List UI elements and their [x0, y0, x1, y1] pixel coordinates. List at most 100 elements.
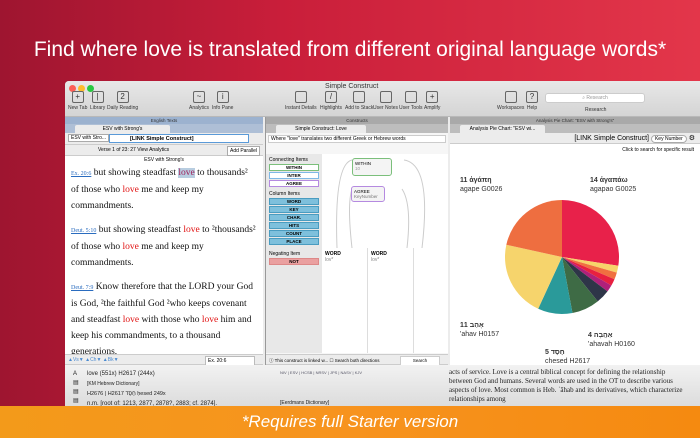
- research-search-input[interactable]: ⌕ Research: [545, 93, 645, 103]
- not-item[interactable]: NOT: [269, 258, 319, 265]
- highlights-button[interactable]: / Highlights: [320, 91, 342, 111]
- construct-items: Connecting Items WITHIN INTER AGREE Colu…: [266, 154, 322, 353]
- notes-icon: [379, 91, 392, 103]
- column-item-hits[interactable]: HITS: [269, 222, 319, 229]
- tab-pie-chart[interactable]: Analysis Pie Chart: "ESV wi...: [460, 125, 545, 133]
- verse: Deut. 5:10 but showing steadfast love to…: [65, 222, 263, 271]
- negating-label: Negating Item: [269, 251, 301, 257]
- library-icon: |: [91, 91, 104, 103]
- new-tab-icon: +: [71, 91, 84, 103]
- stack-icon: [353, 91, 366, 103]
- tab-simple-construct[interactable]: Simple Construct: Love: [276, 125, 366, 133]
- analytics-button[interactable]: ~ Analytics: [189, 91, 209, 111]
- details-icon: [294, 91, 307, 103]
- highlighted-word: love: [201, 315, 219, 325]
- verse-info: Verse 1 of 23:: [98, 147, 129, 153]
- highlighted-word: love: [183, 225, 200, 235]
- pane-header: English Texts: [65, 117, 263, 124]
- highlighted-word: love: [178, 168, 195, 178]
- workspaces-button[interactable]: Workspaces: [497, 91, 524, 111]
- verse-text: but showing steadfast: [93, 168, 179, 178]
- app-window: Simple Construct + New Tab | Library 2 Dail…: [65, 81, 700, 365]
- view-analytics-button[interactable]: View Analytics: [137, 147, 169, 153]
- word-column[interactable]: WORD lov*: [368, 248, 414, 353]
- add-to-stack-button[interactable]: Add to Stack: [345, 91, 373, 111]
- column-item-word[interactable]: WORD: [269, 198, 319, 205]
- pie-chart[interactable]: 14 ἀγαπάω agapao G0025 4 אַהֲבָה'ahavah H0…: [450, 157, 700, 365]
- help-button[interactable]: ? Help: [526, 91, 538, 111]
- verse-text: with those who: [139, 315, 202, 325]
- version-links[interactable]: NIV | ESV | HCSB | NRSV | JPS | NASV | K…: [280, 370, 362, 375]
- library-button[interactable]: | Library: [90, 91, 105, 111]
- add-parallel-button[interactable]: Add Parallel: [227, 146, 260, 156]
- research-label: Research: [585, 107, 607, 113]
- info-icon: i: [216, 91, 229, 103]
- construct-link: [LINK Simple Construct]: [574, 135, 650, 142]
- pie-label: 5 חֶסֶד chesed H2617: [545, 349, 590, 365]
- column-item-place[interactable]: PLACE: [269, 238, 319, 245]
- headline: Find where love is translated from diffe…: [33, 38, 667, 61]
- connecting-label: Connecting Items: [269, 157, 308, 163]
- verse-list: Ex. 20:6 but showing steadfast love to t…: [65, 165, 263, 360]
- user-tools-button[interactable]: User Tools: [399, 91, 423, 111]
- construct-description[interactable]: Where "love" translates two different Gr…: [268, 135, 446, 143]
- help-icon: ?: [526, 91, 538, 103]
- strongs-entry: H2676 | H2617 חֶסֶד ḥesed 249x: [87, 391, 166, 397]
- search-input[interactable]: [LINK Simple Construct]: [109, 134, 249, 143]
- pane-header: Constructs: [266, 117, 448, 124]
- verse: Ex. 20:6 but showing steadfast love to t…: [65, 165, 263, 214]
- inter-item[interactable]: INTER: [269, 172, 319, 179]
- font-size-controls[interactable]: ▲Vs▼ ▲Ch▼ ▲Bk▼: [68, 357, 119, 363]
- pie-label: 11 אָהַב'ahav H0157: [460, 322, 499, 338]
- highlighter-icon: /: [324, 91, 337, 103]
- pie-label: 4 אַהֲבָה'ahavah H0160: [588, 332, 635, 348]
- pie-chart-pane: Analysis Pie Chart: "ESV with Strong's" …: [450, 117, 700, 365]
- reference-input[interactable]: Ex. 20:6: [205, 356, 255, 365]
- column-item-count[interactable]: COUNT: [269, 230, 319, 237]
- word-column[interactable]: WORD lov*: [322, 248, 368, 353]
- version-select[interactable]: ESV with Stro...: [68, 134, 110, 142]
- search-both-checkbox[interactable]: ☐ Search both directions: [329, 358, 379, 363]
- verse-text: but showing steadfast: [98, 225, 184, 235]
- pie-label: 14 ἀγαπάω agapao G0025: [590, 176, 636, 193]
- column-item-key[interactable]: KEY: [269, 206, 319, 213]
- amplify-button[interactable]: + Amplify: [424, 91, 440, 111]
- constructs-pane: Constructs Simple Construct: Love Where …: [265, 117, 448, 365]
- pie-label: 11 ἀγάπη agape G0026: [460, 176, 503, 193]
- window-title: Simple Construct: [325, 83, 379, 90]
- toolbar: Simple Construct + New Tab | Library 2 Dail…: [65, 81, 700, 117]
- instant-details-button[interactable]: Instant Details: [285, 91, 317, 111]
- verse-reference[interactable]: Ex. 20:6: [71, 171, 91, 177]
- tools-icon: [404, 91, 417, 103]
- verse-reference[interactable]: Deut. 7:9: [71, 285, 93, 291]
- analytics-icon: ~: [193, 91, 205, 103]
- within-node[interactable]: WITHIN 10: [352, 158, 392, 176]
- status-text: This construct is linked w...: [274, 358, 329, 363]
- dictionary-label: [KM Hebrew Dictionary]: [87, 381, 140, 387]
- highlighted-word: love: [122, 315, 140, 325]
- column-item-char[interactable]: CHAR.: [269, 214, 319, 221]
- info-pane-button[interactable]: i Info Pane: [212, 91, 233, 111]
- tab-esv[interactable]: ESV with Strong's: [75, 125, 170, 133]
- dictionary-text: acts of service. Love is a central bibli…: [449, 368, 683, 403]
- key-number-select[interactable]: Key Number: [650, 135, 687, 143]
- highlighted-word: love: [122, 242, 139, 252]
- chart-hint: Click to search for specific result: [622, 147, 694, 153]
- amplify-icon: +: [426, 91, 439, 103]
- new-tab-button[interactable]: + New Tab: [68, 91, 87, 111]
- pie-slice[interactable]: [562, 200, 619, 266]
- info-pane: A ▤ ▤ ▤ love (551x) H2617 (244x) [KM Hebrew…: [65, 365, 700, 410]
- within-item[interactable]: WITHIN: [269, 164, 319, 171]
- highlighted-word: love: [122, 185, 139, 195]
- search-button[interactable]: Search: [400, 356, 440, 365]
- agree-item[interactable]: AGREE: [269, 180, 319, 187]
- verse-reference[interactable]: Deut. 5:10: [71, 228, 96, 234]
- daily-reading-button[interactable]: 2 Daily Reading: [107, 91, 138, 111]
- sub-title: ESV with Strong's: [144, 157, 184, 163]
- agree-node[interactable]: AGREE KeyNumber: [351, 186, 385, 202]
- calendar-icon: 2: [116, 91, 129, 103]
- user-notes-button[interactable]: User Notes: [373, 91, 398, 111]
- construct-canvas[interactable]: WITHIN 10 AGREE KeyNumber: [322, 154, 448, 248]
- info-sidebar-icons[interactable]: A ▤ ▤ ▤: [73, 370, 79, 406]
- verse: Deut. 7:9 Know therefore that the LORD y…: [65, 279, 263, 360]
